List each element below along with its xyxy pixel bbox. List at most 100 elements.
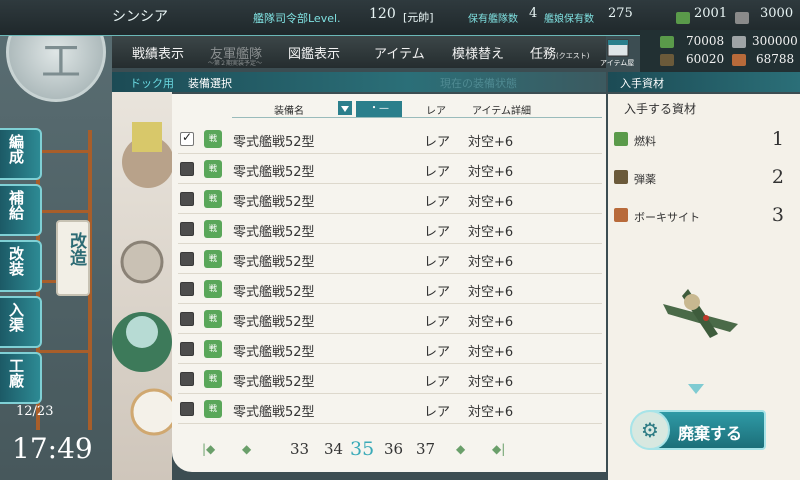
resources-header-title: 入手資材: [620, 77, 664, 90]
nav-quests[interactable]: 任務(クエスト): [530, 43, 589, 62]
equipment-row[interactable]: 戦零式艦戦52型 レア 対空+6: [178, 214, 602, 244]
select-checkbox[interactable]: [180, 312, 194, 326]
filter-dropdown-icon[interactable]: [338, 101, 352, 115]
equipment-row[interactable]: 戦零式艦戦52型 レア 対空+6: [178, 184, 602, 214]
scrap-result-title: 入手する資材: [624, 102, 697, 116]
steel-icon: [732, 36, 746, 48]
list-header: 装備名 ・— レア アイテム詳細: [232, 101, 602, 118]
select-checkbox[interactable]: [180, 402, 194, 416]
equipment-row[interactable]: 戦零式艦戦52型 レア 対空+6: [178, 304, 602, 334]
equipment-rarity: レア: [424, 345, 451, 360]
select-checkbox[interactable]: [180, 252, 194, 266]
bauxite-icon: [732, 54, 746, 66]
dev-material-icon: [735, 12, 749, 24]
page-number[interactable]: 37: [416, 440, 435, 458]
fighter-plane-icon: [658, 274, 748, 354]
resource-panel: 70008 60020 300000 68788: [640, 30, 800, 74]
col-header-detail: アイテム詳細: [472, 106, 531, 117]
equipment-name: 零式艦戦52型: [233, 315, 315, 330]
hq-level-value: 120: [369, 6, 396, 22]
page-number[interactable]: 33: [290, 440, 309, 458]
fighter-equipment-icon: 戦: [204, 400, 222, 418]
date-display: 12/23: [16, 404, 54, 419]
equipment-detail: 対空+6: [468, 285, 514, 300]
scrap-resource-name: ボーキサイト: [634, 211, 700, 224]
nav-items[interactable]: アイテム: [374, 43, 425, 62]
last-page-icon[interactable]: ◆|: [492, 442, 505, 456]
next-page-icon[interactable]: ◆: [456, 442, 465, 456]
first-page-icon[interactable]: |◆: [202, 442, 215, 456]
nav-encyclopedia[interactable]: 図鑑表示: [288, 43, 340, 62]
bauxite-icon: [614, 208, 628, 222]
nav-friend-sub: ～第２期実装予定～: [208, 60, 263, 67]
side-button-organize[interactable]: 編成: [0, 128, 42, 180]
shipgirl-count-label: 艦娘保有数: [544, 14, 594, 25]
item-shop-button[interactable]: アイテム屋: [600, 38, 636, 68]
crane-bar: [40, 210, 88, 213]
scrap-resource-name: 弾薬: [634, 173, 656, 186]
equipment-row[interactable]: 戦零式艦戦52型 レア 対空+6: [178, 154, 602, 184]
dev-material-value: 3000: [760, 6, 794, 21]
shipgirl-count-value: 275: [608, 6, 633, 21]
current-section-label: 改造: [66, 232, 86, 266]
equipment-row[interactable]: 戦零式艦戦52型 レア 対空+6: [178, 124, 602, 154]
select-checkbox[interactable]: [180, 372, 194, 386]
select-checkbox[interactable]: [180, 192, 194, 206]
side-button-supply[interactable]: 補給: [0, 184, 42, 236]
equipment-row[interactable]: 戦零式艦戦52型 レア 対空+6: [178, 394, 602, 424]
equipment-row[interactable]: 戦零式艦戦52型 レア 対空+6: [178, 334, 602, 364]
select-checkbox[interactable]: [180, 130, 194, 146]
side-button-label: 入渠: [7, 302, 25, 332]
select-checkbox[interactable]: [180, 162, 194, 176]
section-header: ドック用 装備選択 現在の装備状態: [112, 72, 606, 92]
fighter-equipment-icon: 戦: [204, 130, 222, 148]
equipment-name: 零式艦戦52型: [233, 195, 315, 210]
equipment-name: 零式艦戦52型: [233, 285, 315, 300]
sort-toggle-button[interactable]: ・—: [356, 101, 402, 117]
equipment-name: 零式艦戦52型: [233, 225, 315, 240]
equipment-rarity: レア: [424, 375, 451, 390]
select-checkbox[interactable]: [180, 222, 194, 236]
equipment-detail: 対空+6: [468, 225, 514, 240]
time-display: 17:49: [12, 432, 93, 465]
fighter-equipment-icon: 戦: [204, 280, 222, 298]
equipment-row[interactable]: 戦零式艦戦52型 レア 対空+6: [178, 364, 602, 394]
ammo-icon: [660, 54, 674, 66]
rank-label: [元帥]: [403, 11, 434, 24]
bucket-icon: [676, 12, 690, 24]
scrap-resource-value: 1: [771, 128, 784, 150]
side-button-factory[interactable]: 工廠: [0, 352, 42, 404]
page-number[interactable]: 34: [324, 440, 343, 458]
scrap-resource-name: 燃料: [634, 135, 656, 148]
scrap-resource-value: 3: [771, 204, 784, 226]
factory-scene: [112, 92, 178, 480]
nav-furniture[interactable]: 模様替え: [452, 43, 504, 62]
scrap-button[interactable]: ⚙ 廃棄する: [630, 410, 766, 450]
equipment-row[interactable]: 戦零式艦戦52型 レア 対空+6: [178, 274, 602, 304]
fighter-equipment-icon: 戦: [204, 220, 222, 238]
equipment-list-panel: 装備名 ・— レア アイテム詳細 戦零式艦戦52型レア対空+6戦零式艦戦52型レ…: [172, 94, 606, 472]
nav-records[interactable]: 戦績表示: [132, 43, 184, 62]
side-button-remodel[interactable]: 改装: [0, 240, 42, 292]
prev-page-icon[interactable]: ◆: [242, 442, 251, 456]
fighter-equipment-icon: 戦: [204, 190, 222, 208]
fuel-value: 70008: [686, 34, 725, 48]
equipment-row[interactable]: 戦零式艦戦52型 レア 対空+6: [178, 244, 602, 274]
ammo-icon: [614, 170, 628, 184]
col-header-name: 装備名: [274, 106, 304, 117]
page-number[interactable]: 36: [384, 440, 403, 458]
fighter-equipment-icon: 戦: [204, 310, 222, 328]
hq-level-label: 艦隊司令部Level.: [253, 12, 341, 25]
equipment-rarity: レア: [424, 165, 451, 180]
ammo-value: 60020: [686, 52, 725, 66]
equipment-detail: 対空+6: [468, 255, 514, 270]
side-button-label: 改装: [7, 246, 25, 276]
side-button-repair[interactable]: 入渠: [0, 296, 42, 348]
select-checkbox[interactable]: [180, 282, 194, 296]
fighter-equipment-icon: 戦: [204, 370, 222, 388]
select-checkbox[interactable]: [180, 342, 194, 356]
scene-art: [112, 122, 178, 436]
fighter-equipment-icon: 戦: [204, 160, 222, 178]
equipment-name: 零式艦戦52型: [233, 375, 315, 390]
steel-value: 300000: [752, 34, 798, 48]
